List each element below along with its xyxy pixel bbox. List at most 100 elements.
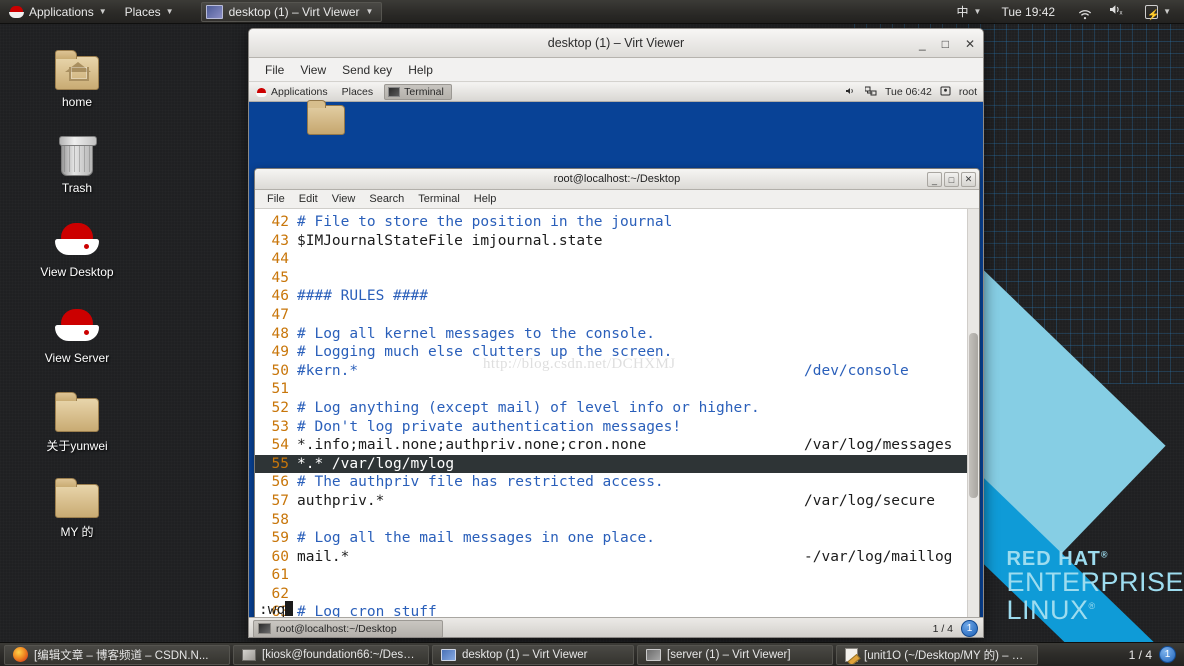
redhat-icon — [22, 212, 132, 260]
vim-editor-content[interactable]: 42 # File to store the position in the jo… — [255, 209, 979, 622]
virt-viewer-window[interactable]: desktop (1) – Virt Viewer _ □ ✕ File Vie… — [248, 28, 984, 638]
places-menu-label: Places — [124, 4, 161, 19]
vim-code-lines: 42 # File to store the position in the jo… — [255, 213, 979, 622]
virt-viewer-menubar: File View Send key Help — [249, 58, 983, 82]
desktop-icon-trash[interactable]: Trash — [22, 128, 132, 195]
active-window-label: desktop (1) – Virt Viewer — [228, 4, 360, 19]
vm-user-label[interactable]: root — [959, 86, 977, 98]
line-number: 60 — [271, 548, 289, 565]
vm-screen[interactable]: Applications Places Terminal Tue 06:42 r… — [249, 83, 983, 637]
close-button[interactable]: ✕ — [961, 172, 976, 187]
vm-user-icon — [940, 86, 951, 99]
menu-send-key[interactable]: Send key — [334, 63, 400, 77]
code-line: 42 # File to store the position in the jo… — [255, 213, 979, 232]
line-text: # Log all kernel messages to the console… — [297, 325, 655, 342]
desktop-icon-guanyu-yunwei[interactable]: 关于yunwei — [22, 384, 132, 454]
vm-desktop-folder-icon[interactable] — [307, 100, 345, 135]
code-line: 55 *.* /var/log/mylog — [255, 454, 979, 474]
menu-help[interactable]: Help — [400, 63, 441, 77]
line-text — [289, 566, 979, 585]
close-button[interactable]: ✕ — [965, 37, 975, 51]
scrollbar-thumb[interactable] — [969, 332, 978, 499]
battery-indicator[interactable]: ▼ — [1136, 1, 1180, 27]
code-line: 44 — [255, 250, 979, 269]
menu-view[interactable]: View — [292, 63, 334, 77]
applications-menu[interactable]: Applications ▼ — [0, 1, 116, 23]
line-number: 49 — [271, 344, 289, 361]
line-text — [289, 511, 979, 530]
minimize-button[interactable]: _ — [927, 172, 942, 187]
vm-applications-menu[interactable]: Applications — [249, 83, 335, 101]
monitor-icon — [441, 648, 456, 661]
volume-indicator[interactable]: x — [1100, 1, 1134, 23]
line-text: # Don't log private authentication messa… — [297, 418, 682, 435]
line-text: authpriv.*/var/log/secure — [297, 492, 935, 509]
taskbar-item-label: [server (1) – Virt Viewer] — [667, 648, 791, 661]
desktop-icon-home[interactable]: home — [22, 42, 132, 109]
maximize-button[interactable]: □ — [942, 37, 949, 51]
vm-places-menu[interactable]: Places — [335, 83, 381, 101]
taskbar-item-desktop-virt-viewer[interactable]: desktop (1) – Virt Viewer — [432, 644, 634, 665]
terminal-window-controls: _ □ ✕ — [927, 172, 976, 187]
line-number: 53 — [271, 418, 289, 435]
volume-muted-icon: x — [1109, 1, 1125, 23]
desktop-icon-view-server[interactable]: View Server — [22, 298, 132, 365]
code-line: 53 # Don't log private authentication mes… — [255, 418, 979, 437]
menu-file[interactable]: File — [257, 63, 292, 77]
code-line: 49 # Logging much else clutters up the sc… — [255, 343, 979, 362]
minimize-button[interactable]: _ — [919, 37, 926, 51]
terminal-menu-file[interactable]: File — [260, 193, 292, 205]
line-target-path: /var/log/messages — [804, 437, 953, 454]
redhat-icon — [22, 298, 132, 346]
vm-network-icon[interactable] — [864, 86, 877, 99]
terminal-titlebar[interactable]: root@localhost:~/Desktop _ □ ✕ — [255, 169, 979, 190]
chevron-down-icon: ▼ — [165, 6, 174, 16]
terminal-menu-search[interactable]: Search — [362, 193, 411, 205]
line-text: *.* /var/log/mylog — [297, 455, 455, 472]
workspace-badge[interactable]: 1 — [1159, 646, 1176, 663]
places-menu[interactable]: Places ▼ — [116, 1, 183, 23]
taskbar-item-firefox[interactable]: [编辑文章 – 博客频道 – CSDN.N... — [4, 644, 230, 665]
desktop-icon-my-de[interactable]: MY 的 — [22, 470, 132, 540]
taskbar-item-label: [编辑文章 – 博客频道 – CSDN.N... — [34, 649, 209, 662]
applications-menu-label: Applications — [29, 4, 94, 19]
firefox-icon — [13, 647, 28, 662]
folder-icon — [22, 384, 132, 432]
line-text — [289, 306, 979, 325]
terminal-menubar: File Edit View Search Terminal Help — [255, 190, 979, 209]
taskbar-item-label: [kiosk@foundation66:~/Desktop] — [262, 648, 420, 661]
terminal-scrollbar[interactable] — [967, 209, 979, 622]
terminal-menu-terminal[interactable]: Terminal — [411, 193, 467, 205]
code-line: 47 — [255, 306, 979, 325]
line-text — [289, 380, 979, 399]
code-line: 52 # Log anything (except mail) of level … — [255, 399, 979, 418]
code-line: 46 #### RULES #### — [255, 287, 979, 306]
desktop-icon-view-desktop[interactable]: View Desktop — [22, 212, 132, 279]
clock[interactable]: Tue 19:42 — [992, 1, 1064, 23]
chevron-down-icon: ▼ — [973, 6, 982, 16]
vm-volume-icon[interactable] — [845, 86, 857, 99]
vm-workspace-badge[interactable]: 1 — [961, 620, 978, 637]
input-method-indicator[interactable]: 中 ▼ — [948, 1, 991, 23]
folder-home-icon — [22, 42, 132, 90]
network-indicator[interactable] — [1066, 1, 1098, 23]
taskbar-item-server-virt-viewer[interactable]: [server (1) – Virt Viewer] — [637, 644, 833, 665]
terminal-menu-help[interactable]: Help — [467, 193, 504, 205]
vm-clock[interactable]: Tue 06:42 — [885, 86, 932, 98]
taskbar-item-gedit[interactable]: [unit1O (~/Desktop/MY 的) – ge... — [836, 644, 1038, 665]
maximize-button[interactable]: □ — [944, 172, 959, 187]
vm-top-panel: Applications Places Terminal Tue 06:42 r… — [249, 83, 983, 102]
terminal-window[interactable]: root@localhost:~/Desktop _ □ ✕ File Edit… — [254, 168, 980, 623]
terminal-menu-edit[interactable]: Edit — [292, 193, 325, 205]
desktop-icon-label: View Desktop — [40, 265, 114, 279]
taskbar-item-label: [unit1O (~/Desktop/MY 的) – ge... — [864, 649, 1029, 662]
virt-viewer-titlebar[interactable]: desktop (1) – Virt Viewer _ □ ✕ — [249, 29, 983, 58]
line-text: # Log all the mail messages in one place… — [297, 530, 655, 547]
terminal-menu-view[interactable]: View — [325, 193, 363, 205]
code-line: 51 — [255, 380, 979, 399]
brand-line-3: LINUX — [1006, 594, 1089, 625]
vm-task-terminal[interactable]: Terminal — [384, 84, 452, 100]
active-window-menu[interactable]: desktop (1) – Virt Viewer ▼ — [200, 1, 383, 22]
vm-taskbar-item-terminal[interactable]: root@localhost:~/Desktop — [253, 619, 443, 637]
taskbar-item-kiosk-terminal[interactable]: [kiosk@foundation66:~/Desktop] — [233, 644, 429, 665]
